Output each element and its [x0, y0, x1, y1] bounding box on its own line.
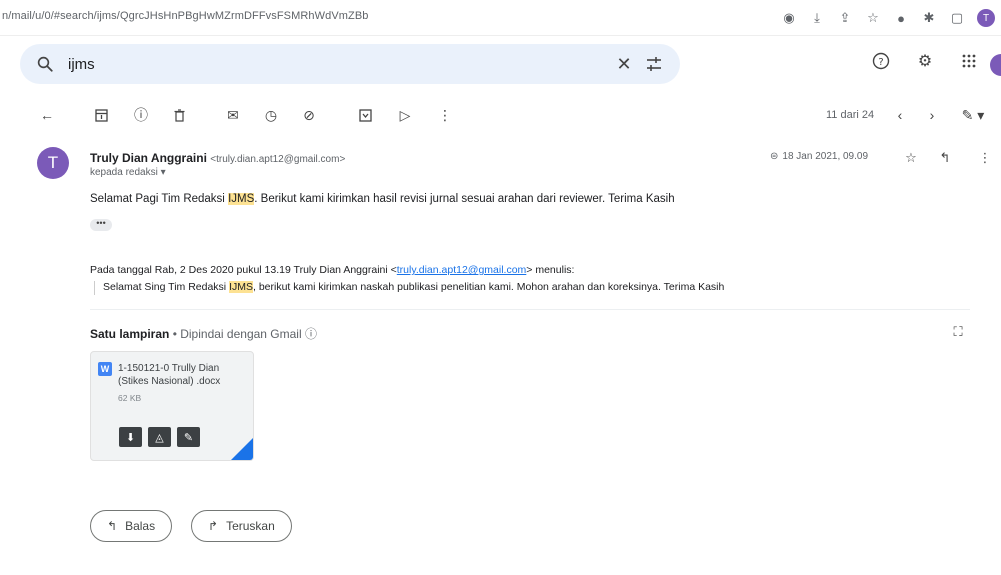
apps-grid-icon[interactable] — [958, 50, 980, 72]
settings-gear-icon[interactable]: ⚙ — [914, 50, 936, 72]
sender-email: <truly.dian.apt12@gmail.com> — [210, 154, 346, 165]
search-options-icon[interactable] — [644, 54, 664, 74]
reply-button[interactable]: ↰ Balas — [90, 510, 173, 542]
add-task-icon[interactable]: ⊘ — [300, 106, 318, 124]
eye-icon[interactable]: ◉ — [781, 10, 797, 26]
search-highlight: IJMS — [228, 193, 255, 205]
show-trimmed-content-button[interactable]: ••• — [90, 219, 112, 231]
add-all-to-drive-icon[interactable]: ⛶ — [950, 324, 966, 340]
sender-avatar[interactable]: T — [37, 147, 69, 179]
attachment-file-name: 1-150121-0 Trully Dian (Stikes Nasional)… — [118, 363, 221, 387]
browser-profile-avatar[interactable]: T — [977, 9, 995, 27]
word-doc-icon: W — [98, 362, 112, 376]
extension-circle-icon[interactable]: ● — [893, 10, 909, 26]
share-icon[interactable]: ⇪ — [837, 10, 853, 26]
delete-icon[interactable] — [170, 106, 188, 124]
download-icon[interactable]: ⤓ — [809, 10, 825, 26]
message-date-group: ⊜ 18 Jan 2021, 09.09 — [770, 151, 868, 162]
label-icon[interactable]: ▷ — [396, 106, 414, 124]
doc-corner-fold — [231, 438, 253, 460]
reply-icon[interactable]: ↰ — [937, 150, 953, 166]
star-icon[interactable]: ☆ — [903, 150, 919, 166]
sender-line: Truly Dian Anggraini <truly.dian.apt12@g… — [90, 151, 345, 165]
reply-arrow-icon: ↰ — [107, 519, 118, 533]
sender-name[interactable]: Truly Dian Anggraini — [90, 151, 207, 165]
top-right-icons: ? ⚙ — [870, 50, 980, 72]
snooze-clock-icon[interactable]: ◷ — [262, 106, 280, 124]
quote-search-highlight: IJMS — [229, 281, 253, 293]
edit-pencil-icon[interactable]: ✎ — [177, 427, 200, 447]
search-input[interactable] — [68, 54, 568, 74]
attachment-file-size: 62 KB — [118, 393, 142, 403]
quote-intro: Pada tanggal Rab, 2 Des 2020 pukul 13.19… — [90, 264, 575, 276]
attachment-clip-icon: ⊜ — [770, 151, 779, 162]
pager-count: 11 dari 24 — [826, 109, 875, 121]
reply-label: Balas — [125, 519, 156, 533]
input-tools-pen-icon[interactable]: ✎ ▾ — [958, 106, 988, 124]
download-icon[interactable]: ⬇ — [119, 427, 142, 447]
older-chevron-icon[interactable]: › — [924, 106, 940, 124]
message-date: 18 Jan 2021, 09.09 — [782, 151, 869, 162]
attachment-actions: ⬇ ◬ ✎ — [119, 427, 200, 447]
account-avatar[interactable] — [990, 54, 1001, 76]
move-to-icon[interactable] — [356, 106, 374, 124]
save-to-drive-icon[interactable]: ◬ — [148, 427, 171, 447]
archive-icon[interactable] — [92, 106, 110, 124]
forward-button[interactable]: ↱ Teruskan — [191, 510, 292, 542]
bookmark-star-icon[interactable]: ☆ — [865, 10, 881, 26]
attachment-header: Satu lampiran • Dipindai dengan Gmail ⓘ — [90, 325, 317, 342]
message-more-icon[interactable]: ⋮ — [977, 150, 993, 166]
search-row: ✕ ? ⚙ — [0, 38, 1001, 90]
svg-text:?: ? — [878, 57, 883, 68]
clear-search-icon[interactable]: ✕ — [614, 54, 634, 74]
attachment-card[interactable]: W 1-150121-0 Trully Dian (Stikes Nasiona… — [90, 351, 254, 461]
mark-unread-icon[interactable]: ✉ — [224, 106, 242, 124]
browser-address-bar: n/mail/u/0/#search/ijms/QgrcJHsHnPBgHwMZ… — [0, 0, 1001, 36]
help-icon[interactable]: ? — [870, 50, 892, 72]
recipient-dropdown[interactable]: kepada redaksi ▾ — [90, 167, 166, 178]
sidepanel-icon[interactable]: ▢ — [949, 10, 965, 26]
message-body: Selamat Pagi Tim Redaksi IJMS. Berikut k… — [90, 193, 675, 205]
newer-chevron-icon[interactable]: ‹ — [892, 106, 908, 124]
quoted-email-link[interactable]: truly.dian.apt12@gmail.com — [397, 264, 527, 276]
url-text[interactable]: n/mail/u/0/#search/ijms/QgrcJHsHnPBgHwMZ… — [2, 10, 369, 22]
message-toolbar: ← ⓘ ✉ ◷ ⊘ ▷ ⋮ 11 dari 24 ‹ › ✎ ▾ — [0, 98, 1001, 134]
forward-label: Teruskan — [226, 519, 275, 533]
attachment-scanned-note: • Dipindai dengan Gmail ⓘ — [169, 327, 317, 341]
browser-toolbar-icons: ◉ ⤓ ⇪ ☆ ● ✱ ▢ T — [781, 6, 995, 30]
back-arrow-icon[interactable]: ← — [38, 106, 56, 124]
report-spam-icon[interactable]: ⓘ — [132, 106, 150, 124]
more-vert-icon[interactable]: ⋮ — [436, 106, 454, 124]
search-box: ✕ — [20, 44, 680, 84]
attachment-count-title: Satu lampiran — [90, 327, 170, 341]
attachment-divider — [90, 309, 970, 310]
forward-arrow-icon: ↱ — [208, 519, 219, 533]
search-icon[interactable] — [36, 55, 54, 73]
puzzle-icon[interactable]: ✱ — [921, 10, 937, 26]
quoted-text: Selamat Sing Tim Redaksi IJMS, berikut k… — [94, 281, 724, 295]
